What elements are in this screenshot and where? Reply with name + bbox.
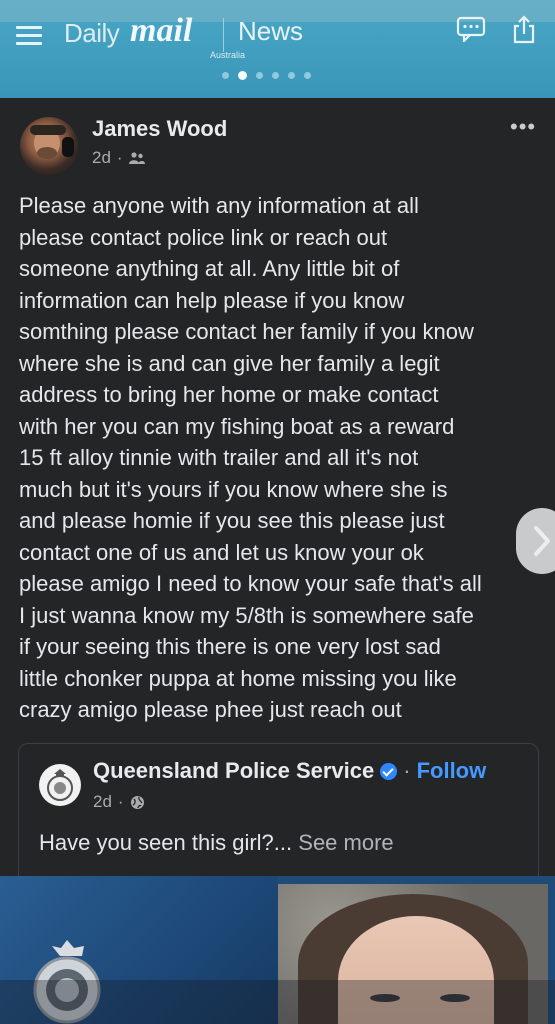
logo-mail: mail <box>130 12 193 49</box>
facebook-post: James Wood 2d · ••• Please anyone with a… <box>0 98 555 905</box>
app-header: Daily mail Australia News <box>0 0 555 98</box>
police-crest-icon <box>47 769 73 801</box>
share-icon[interactable] <box>511 14 537 44</box>
header-divider <box>223 18 224 52</box>
friends-icon <box>128 152 145 164</box>
carousel-indicator <box>222 69 311 81</box>
post-author[interactable]: James Wood <box>92 116 227 142</box>
logo-region: Australia <box>210 50 246 60</box>
chevron-right-icon <box>534 526 550 556</box>
more-options-icon[interactable]: ••• <box>510 114 536 140</box>
carousel-dot[interactable] <box>304 71 311 79</box>
avatar-face-icon <box>30 125 74 159</box>
carousel-dot[interactable] <box>238 70 247 80</box>
post-meta: 2d · <box>92 148 145 168</box>
menu-icon[interactable] <box>16 26 42 46</box>
name-separator: · <box>403 758 411 783</box>
shared-post-text: Have you seen this girl?... See more <box>39 830 394 856</box>
shared-page-name[interactable]: Queensland Police Service <box>93 758 374 784</box>
carousel-dot[interactable] <box>288 71 295 79</box>
shared-post-snippet: Have you seen this girl?... <box>39 830 293 855</box>
qps-logo[interactable] <box>39 764 81 806</box>
bottom-shade <box>0 980 555 1024</box>
shared-page-name-row: Queensland Police Service · Follow <box>93 758 486 784</box>
comments-icon[interactable] <box>456 16 486 42</box>
see-more-link[interactable]: See more <box>298 830 393 855</box>
verified-badge-icon <box>380 762 398 780</box>
carousel-dot[interactable] <box>256 71 263 79</box>
follow-button[interactable]: Follow <box>417 758 487 784</box>
next-image-button[interactable] <box>516 508 555 574</box>
post-body: Please anyone with any information at al… <box>19 193 482 722</box>
shared-post-meta: 2d · <box>93 792 145 812</box>
avatar[interactable] <box>20 117 78 175</box>
logo-daily: Daily <box>64 18 120 48</box>
section-title: News <box>238 16 304 46</box>
globe-icon <box>130 795 144 809</box>
carousel-dot[interactable] <box>222 71 229 79</box>
post-time[interactable]: 2d <box>92 148 111 168</box>
carousel-dot[interactable] <box>272 71 279 79</box>
shared-post-time[interactable]: 2d <box>93 792 112 812</box>
